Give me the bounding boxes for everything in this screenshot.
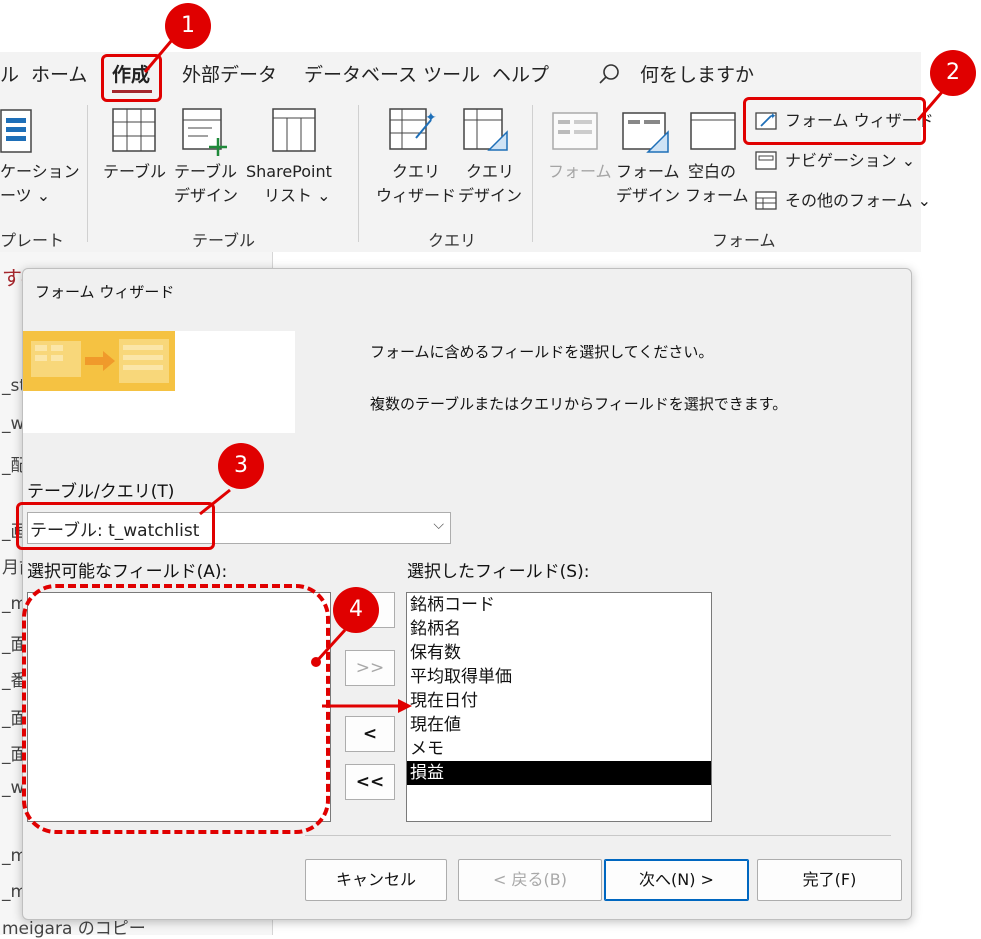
callout-badge-4: 4 (333, 587, 379, 633)
callout-badge-2: 2 (930, 50, 976, 96)
callout-connectors (143, 39, 944, 713)
callout-badge-3: 3 (218, 443, 264, 489)
callout-badge-1: 1 (165, 3, 211, 49)
